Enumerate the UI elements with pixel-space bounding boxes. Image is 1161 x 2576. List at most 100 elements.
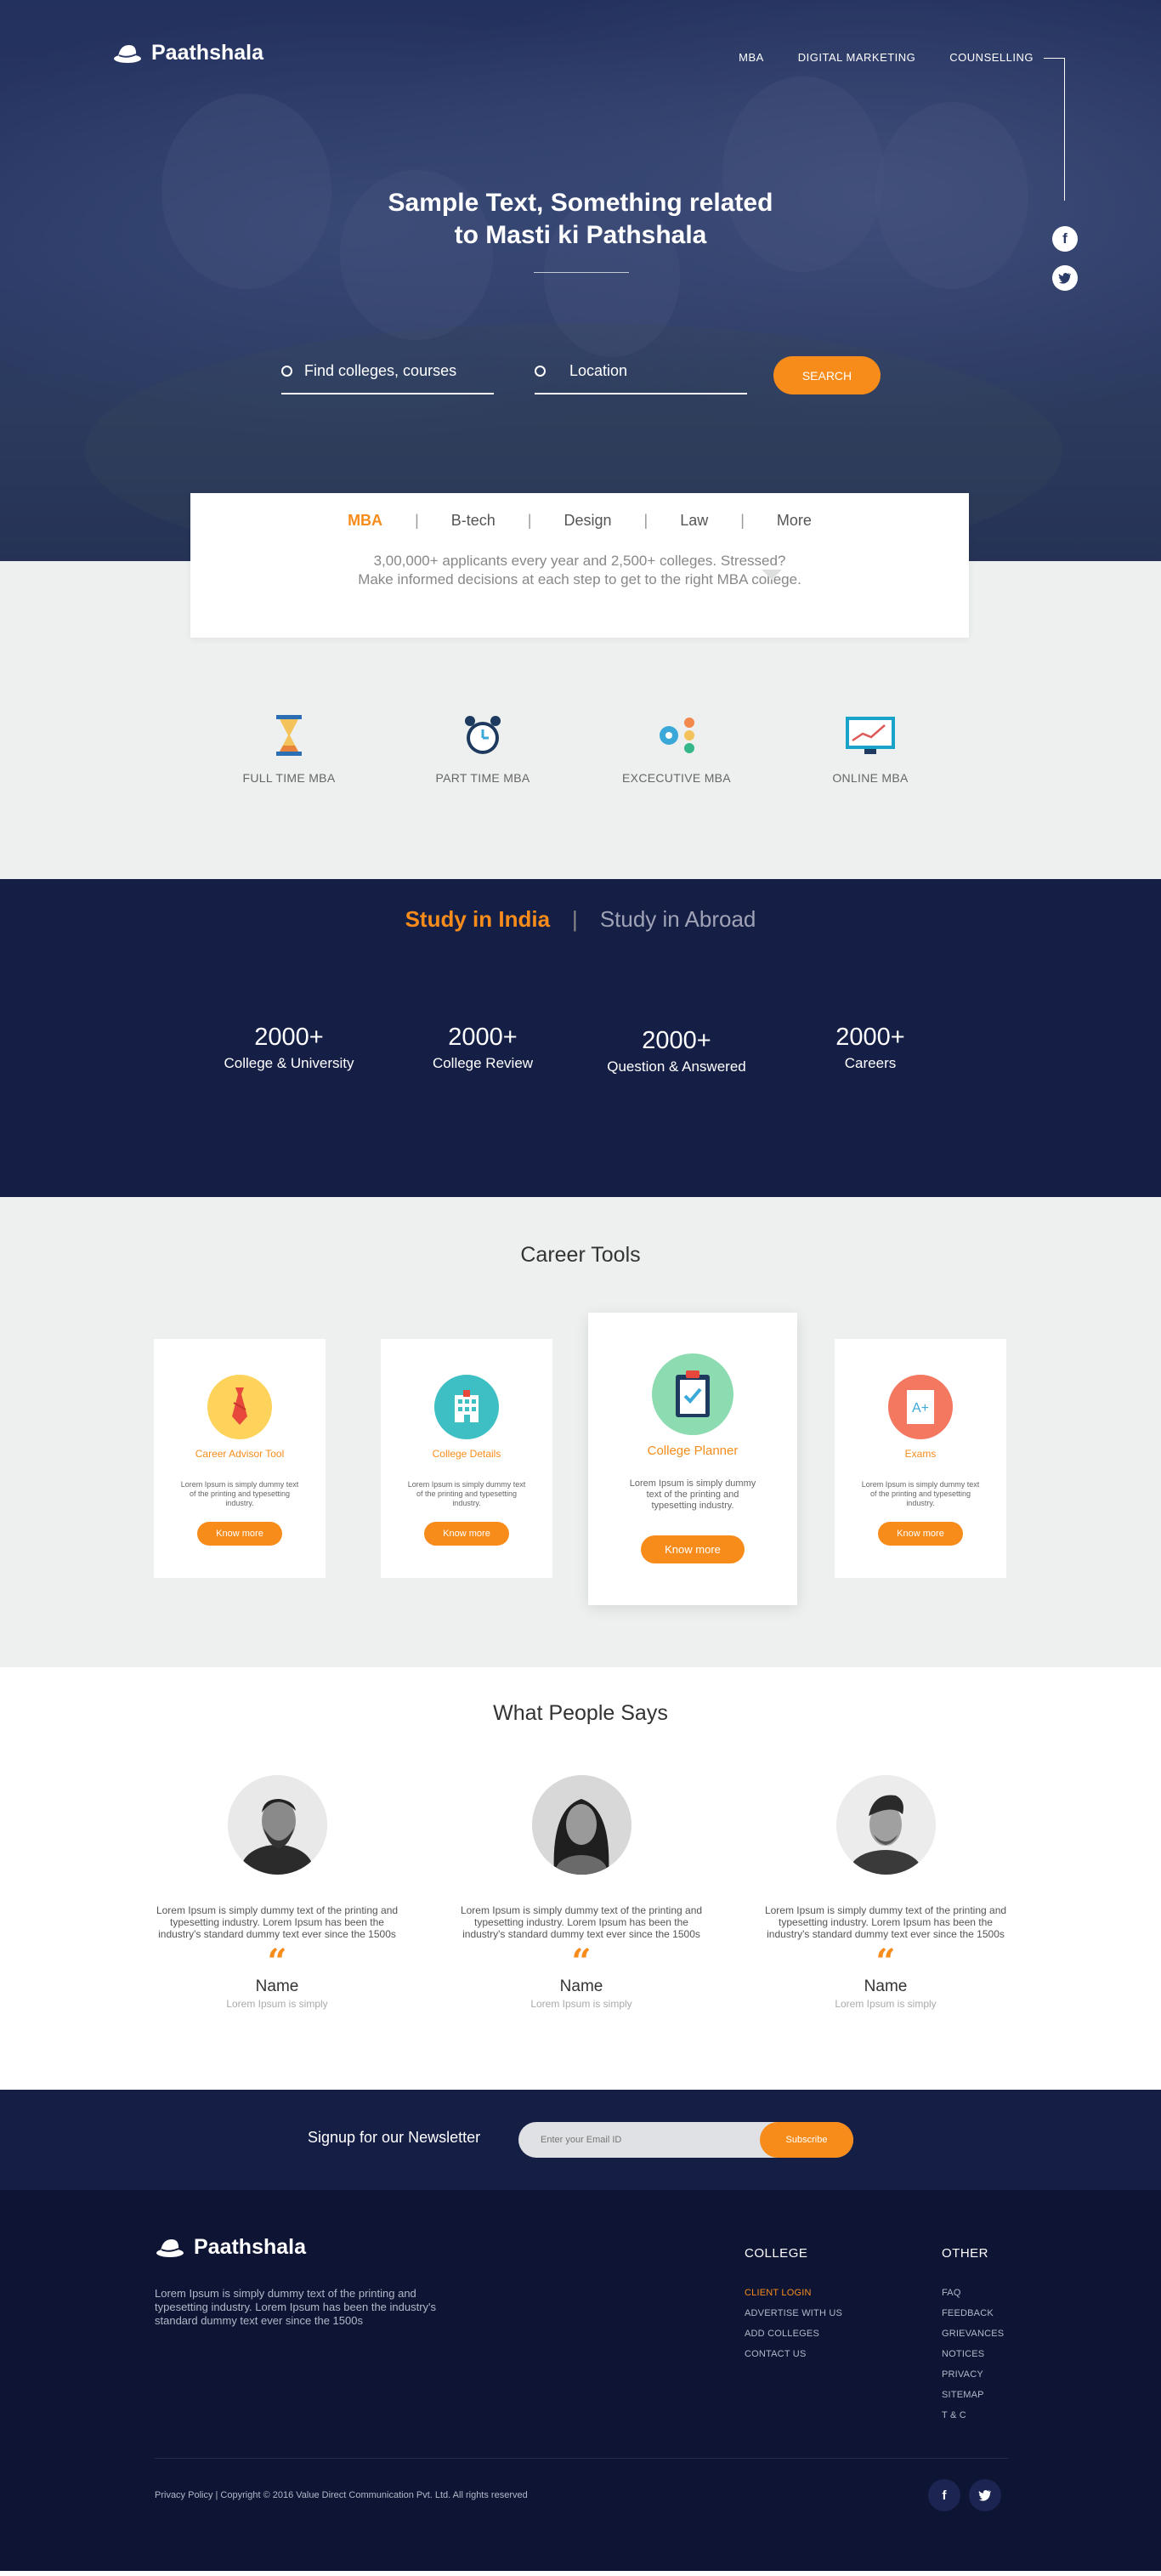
stat-caption: Question & Answered	[607, 1058, 746, 1075]
tab-law[interactable]: Law	[648, 512, 740, 530]
footer-social-links: f	[928, 2479, 1001, 2511]
testimonial-name: Name	[864, 1977, 908, 1995]
testimonial-subtitle: Lorem Ipsum is simply	[226, 1998, 328, 2010]
know-more-button[interactable]: Know more	[197, 1522, 282, 1546]
category-description: 3,00,000+ applicants every year and 2,50…	[190, 552, 969, 589]
hero-title: Sample Text, Something related to Masti …	[0, 187, 1161, 252]
link-faq[interactable]: FAQ	[942, 2288, 1004, 2298]
link-client-login[interactable]: CLIENT LOGIN	[745, 2288, 842, 2298]
stat-question-answered: 2000+ Question & Answered	[592, 1027, 762, 1075]
career-tools-section: Career Tools Career Advisor Tool Lorem I…	[0, 1197, 1161, 1667]
monitor-chart-icon	[846, 717, 895, 754]
footer-other-links: OTHER FAQ FEEDBACK GRIEVANCES NOTICES PR…	[942, 2246, 1004, 2431]
category-desc-line1: 3,00,000+ applicants every year and 2,50…	[373, 553, 786, 569]
nav-digital-marketing[interactable]: DIGITAL MARKETING	[798, 51, 916, 64]
footer-column-title: COLLEGE	[745, 2246, 808, 2261]
program-full-time-mba[interactable]: FULL TIME MBA	[195, 710, 382, 785]
hero-background-photo	[0, 0, 1161, 561]
tool-description: Lorem Ipsum is simply dummy text of the …	[180, 1480, 299, 1507]
location-placeholder: Location	[569, 361, 628, 379]
category-card: MBA | B-tech | Design | Law | More 3,00,…	[190, 493, 969, 638]
brand-name: Paathshala	[151, 40, 264, 65]
link-contact-us[interactable]: CONTACT US	[745, 2349, 842, 2359]
know-more-button[interactable]: Know more	[641, 1535, 745, 1563]
testimonial-card: Lorem Ipsum is simply dummy text of the …	[150, 1775, 405, 2010]
stat-caption: Careers	[844, 1055, 897, 1071]
svg-text:A+: A+	[912, 1401, 929, 1416]
tab-mba[interactable]: MBA	[315, 512, 415, 530]
exam-paper-icon: A+	[888, 1375, 953, 1439]
facebook-icon[interactable]: f	[928, 2479, 960, 2511]
location-input[interactable]: Location	[535, 349, 747, 394]
program-executive-mba[interactable]: EXCECUTIVE MBA	[583, 710, 770, 785]
stat-number: 2000+	[835, 1024, 905, 1051]
building-icon	[434, 1375, 499, 1439]
search-button[interactable]: SEARCH	[773, 356, 881, 394]
program-online-mba[interactable]: ONLINE MBA	[777, 710, 964, 785]
nav-counselling[interactable]: COUNSELLING	[949, 51, 1034, 64]
category-section: MBA | B-tech | Design | Law | More 3,00,…	[0, 493, 1161, 879]
link-grievances[interactable]: GRIEVANCES	[942, 2329, 1004, 2339]
tool-description: Lorem Ipsum is simply dummy text of the …	[629, 1478, 756, 1511]
stat-number: 2000+	[448, 1024, 518, 1051]
hero-title-prefix: to	[454, 221, 486, 249]
email-placeholder: Enter your Email ID	[541, 2135, 622, 2145]
link-privacy[interactable]: PRIVACY	[942, 2369, 1004, 2380]
footer-logo[interactable]: Paathshala	[155, 2234, 306, 2260]
tie-icon	[207, 1375, 272, 1439]
program-label: ONLINE MBA	[832, 771, 909, 785]
stat-caption: College Review	[432, 1055, 534, 1071]
subscribe-button[interactable]: Subscribe	[760, 2122, 853, 2158]
tool-card-college-planner: College Planner Lorem Ipsum is simply du…	[588, 1313, 797, 1605]
footer-about: Lorem Ipsum is simply dummy text of the …	[155, 2287, 437, 2327]
tool-title: Exams	[904, 1448, 937, 1460]
twitter-icon[interactable]	[1052, 265, 1078, 291]
tab-study-abroad[interactable]: Study in Abroad	[600, 906, 756, 932]
program-part-time-mba[interactable]: PART TIME MBA	[389, 710, 576, 785]
stat-number: 2000+	[642, 1027, 711, 1054]
avatar	[835, 1775, 936, 1875]
hero-title-line1: Sample Text, Something related	[388, 189, 773, 217]
tab-btech[interactable]: B-tech	[419, 512, 528, 530]
hourglass-icon	[276, 715, 302, 756]
tab-design[interactable]: Design	[531, 512, 643, 530]
testimonial-name: Name	[559, 1977, 603, 1995]
brand-logo[interactable]: Paathshala	[112, 40, 263, 65]
hat-logo-icon	[114, 45, 141, 63]
twitter-icon[interactable]	[969, 2479, 1001, 2511]
section-title: What People Says	[493, 1701, 668, 1725]
section-title: Career Tools	[520, 1243, 641, 1267]
know-more-button[interactable]: Know more	[878, 1522, 963, 1546]
link-terms[interactable]: T & C	[942, 2410, 1004, 2420]
search-input[interactable]: Find colleges, courses	[281, 349, 494, 394]
nav-mba[interactable]: MBA	[739, 51, 764, 64]
top-navigation: MBA DIGITAL MARKETING COUNSELLING	[739, 51, 1034, 64]
newsletter-label: Signup for our Newsletter	[308, 2129, 481, 2146]
program-label: FULL TIME MBA	[242, 771, 336, 785]
testimonial-card: Lorem Ipsum is simply dummy text of the …	[758, 1775, 1013, 2010]
footer-column-title: OTHER	[942, 2246, 988, 2261]
link-notices[interactable]: NOTICES	[942, 2349, 1004, 2359]
tool-card-exams: A+ Exams Lorem Ipsum is simply dummy tex…	[835, 1339, 1006, 1578]
tool-description: Lorem Ipsum is simply dummy text of the …	[407, 1480, 526, 1507]
card-pointer	[762, 570, 782, 580]
alarm-clock-icon	[465, 716, 501, 754]
nav-decor-line-vertical	[1064, 58, 1065, 201]
know-more-button[interactable]: Know more	[424, 1522, 509, 1546]
nav-decor-line	[1044, 58, 1064, 59]
testimonial-text: Lorem Ipsum is simply dummy text of the …	[156, 1904, 399, 1940]
tab-study-india[interactable]: Study in India	[405, 906, 550, 932]
tab-more[interactable]: More	[745, 512, 844, 530]
link-advertise[interactable]: ADVERTISE WITH US	[745, 2308, 842, 2318]
tool-card-college-details: College Details Lorem Ipsum is simply du…	[381, 1339, 552, 1578]
link-add-colleges[interactable]: ADD COLLEGES	[745, 2329, 842, 2339]
hero-title-highlight: Masti ki Pathshala	[485, 221, 707, 249]
location-ring-icon	[535, 365, 546, 377]
link-sitemap[interactable]: SITEMAP	[942, 2390, 1004, 2400]
tool-description: Lorem Ipsum is simply dummy text of the …	[861, 1480, 980, 1507]
gears-icon	[660, 718, 694, 753]
link-feedback[interactable]: FEEDBACK	[942, 2308, 1004, 2318]
stat-caption: College & University	[224, 1055, 354, 1071]
brand-name: Paathshala	[194, 2234, 307, 2259]
stat-number: 2000+	[254, 1024, 324, 1051]
